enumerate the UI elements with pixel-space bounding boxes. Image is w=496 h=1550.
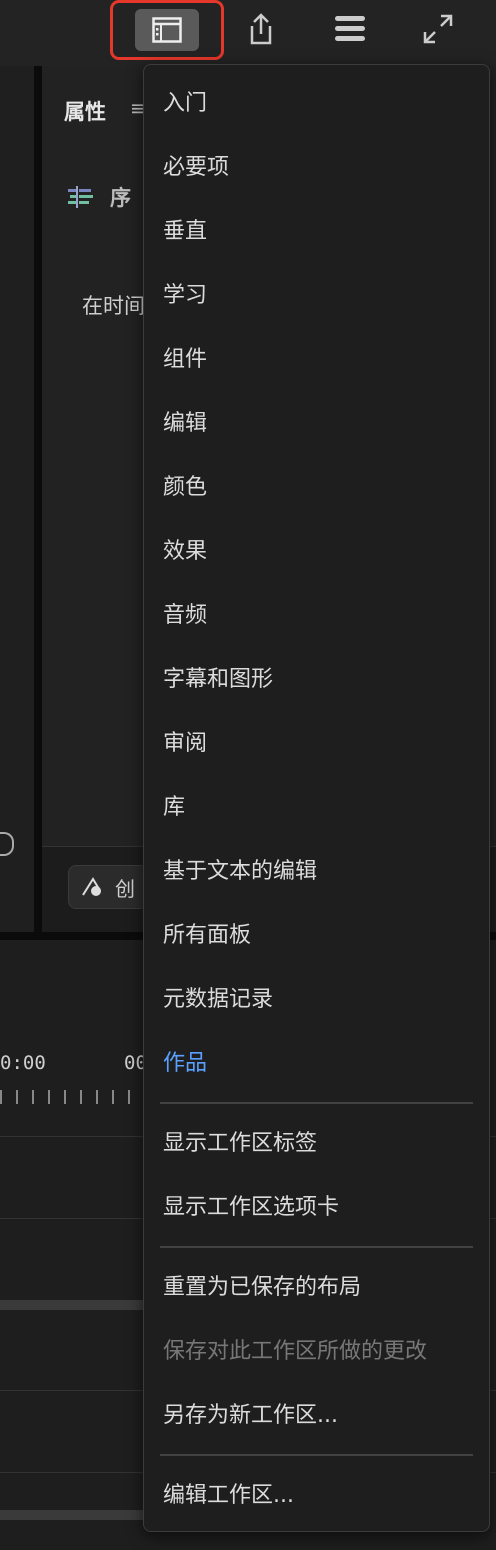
menu-item-reset-layout[interactable]: 重置为已保存的布局 xyxy=(163,1274,361,1302)
track-scrollbar[interactable] xyxy=(0,1510,150,1520)
workspaces-button-highlight[interactable] xyxy=(110,0,224,60)
menu-item-learning[interactable]: 学习 xyxy=(163,282,207,310)
workspaces-menu: 入门 必要项 垂直 学习 组件 编辑 颜色 效果 音频 字幕和图形 审阅 库 基… xyxy=(143,64,490,1532)
top-toolbar xyxy=(0,0,496,67)
menu-item-essentials[interactable]: 必要项 xyxy=(163,154,229,182)
menu-item-audio[interactable]: 音频 xyxy=(163,602,207,630)
timecode-left: 0:00 xyxy=(0,1052,46,1074)
menu-item-captions-graphics[interactable]: 字幕和图形 xyxy=(163,666,273,694)
workspaces-button[interactable] xyxy=(135,9,199,51)
menu-item-review[interactable]: 审阅 xyxy=(163,730,207,758)
create-label: 创 xyxy=(115,876,135,901)
track-scrollbar[interactable] xyxy=(0,1300,150,1310)
properties-title: 属性 xyxy=(64,100,106,124)
share-button[interactable] xyxy=(231,6,291,52)
menu-item-show-workspace-tabs[interactable]: 显示工作区选项卡 xyxy=(163,1194,339,1222)
menu-item-save-changes: 保存对此工作区所做的更改 xyxy=(163,1339,428,1364)
create-button[interactable]: 创 xyxy=(68,865,148,909)
menu-item-text-based-editing[interactable]: 基于文本的编辑 xyxy=(163,858,317,886)
menu-item-color[interactable]: 颜色 xyxy=(163,474,207,502)
menu-item-save-as-new[interactable]: 另存为新工作区... xyxy=(163,1402,338,1430)
sequence-row: 序 xyxy=(66,182,131,212)
menu-item-libraries[interactable]: 库 xyxy=(163,794,185,822)
shapes-icon xyxy=(82,877,101,896)
menu-item-show-workspace-labels[interactable]: 显示工作区标签 xyxy=(163,1130,317,1158)
menu-item-productions-active[interactable]: 作品 xyxy=(163,1050,207,1078)
panel-menu-button[interactable] xyxy=(320,6,380,52)
time-ruler[interactable] xyxy=(0,1090,150,1104)
expand-arrows-icon xyxy=(423,14,453,44)
menu-item-assembly[interactable]: 组件 xyxy=(163,346,207,374)
menu-separator xyxy=(160,1102,473,1104)
menu-item-all-panels[interactable]: 所有面板 xyxy=(163,922,251,950)
menu-item-getting-started[interactable]: 入门 xyxy=(163,90,207,118)
menu-separator xyxy=(160,1246,473,1248)
fullscreen-button[interactable] xyxy=(408,6,468,52)
menu-item-edit-workspaces[interactable]: 编辑工作区... xyxy=(163,1482,294,1510)
sequence-icon xyxy=(68,186,93,208)
workspace-panel-icon xyxy=(152,17,182,43)
menu-item-vertical[interactable]: 垂直 xyxy=(163,218,207,246)
menu-item-editing[interactable]: 编辑 xyxy=(163,410,207,438)
left-panel xyxy=(0,66,42,932)
stack-lines-icon xyxy=(335,16,365,41)
menu-item-effects[interactable]: 效果 xyxy=(163,538,207,566)
menu-item-metadata-logging[interactable]: 元数据记录 xyxy=(163,986,273,1014)
menu-separator xyxy=(160,1454,473,1456)
share-export-icon xyxy=(250,13,272,45)
sequence-label: 序 xyxy=(110,186,131,210)
timeline-hint-text: 在时间 xyxy=(82,294,145,318)
